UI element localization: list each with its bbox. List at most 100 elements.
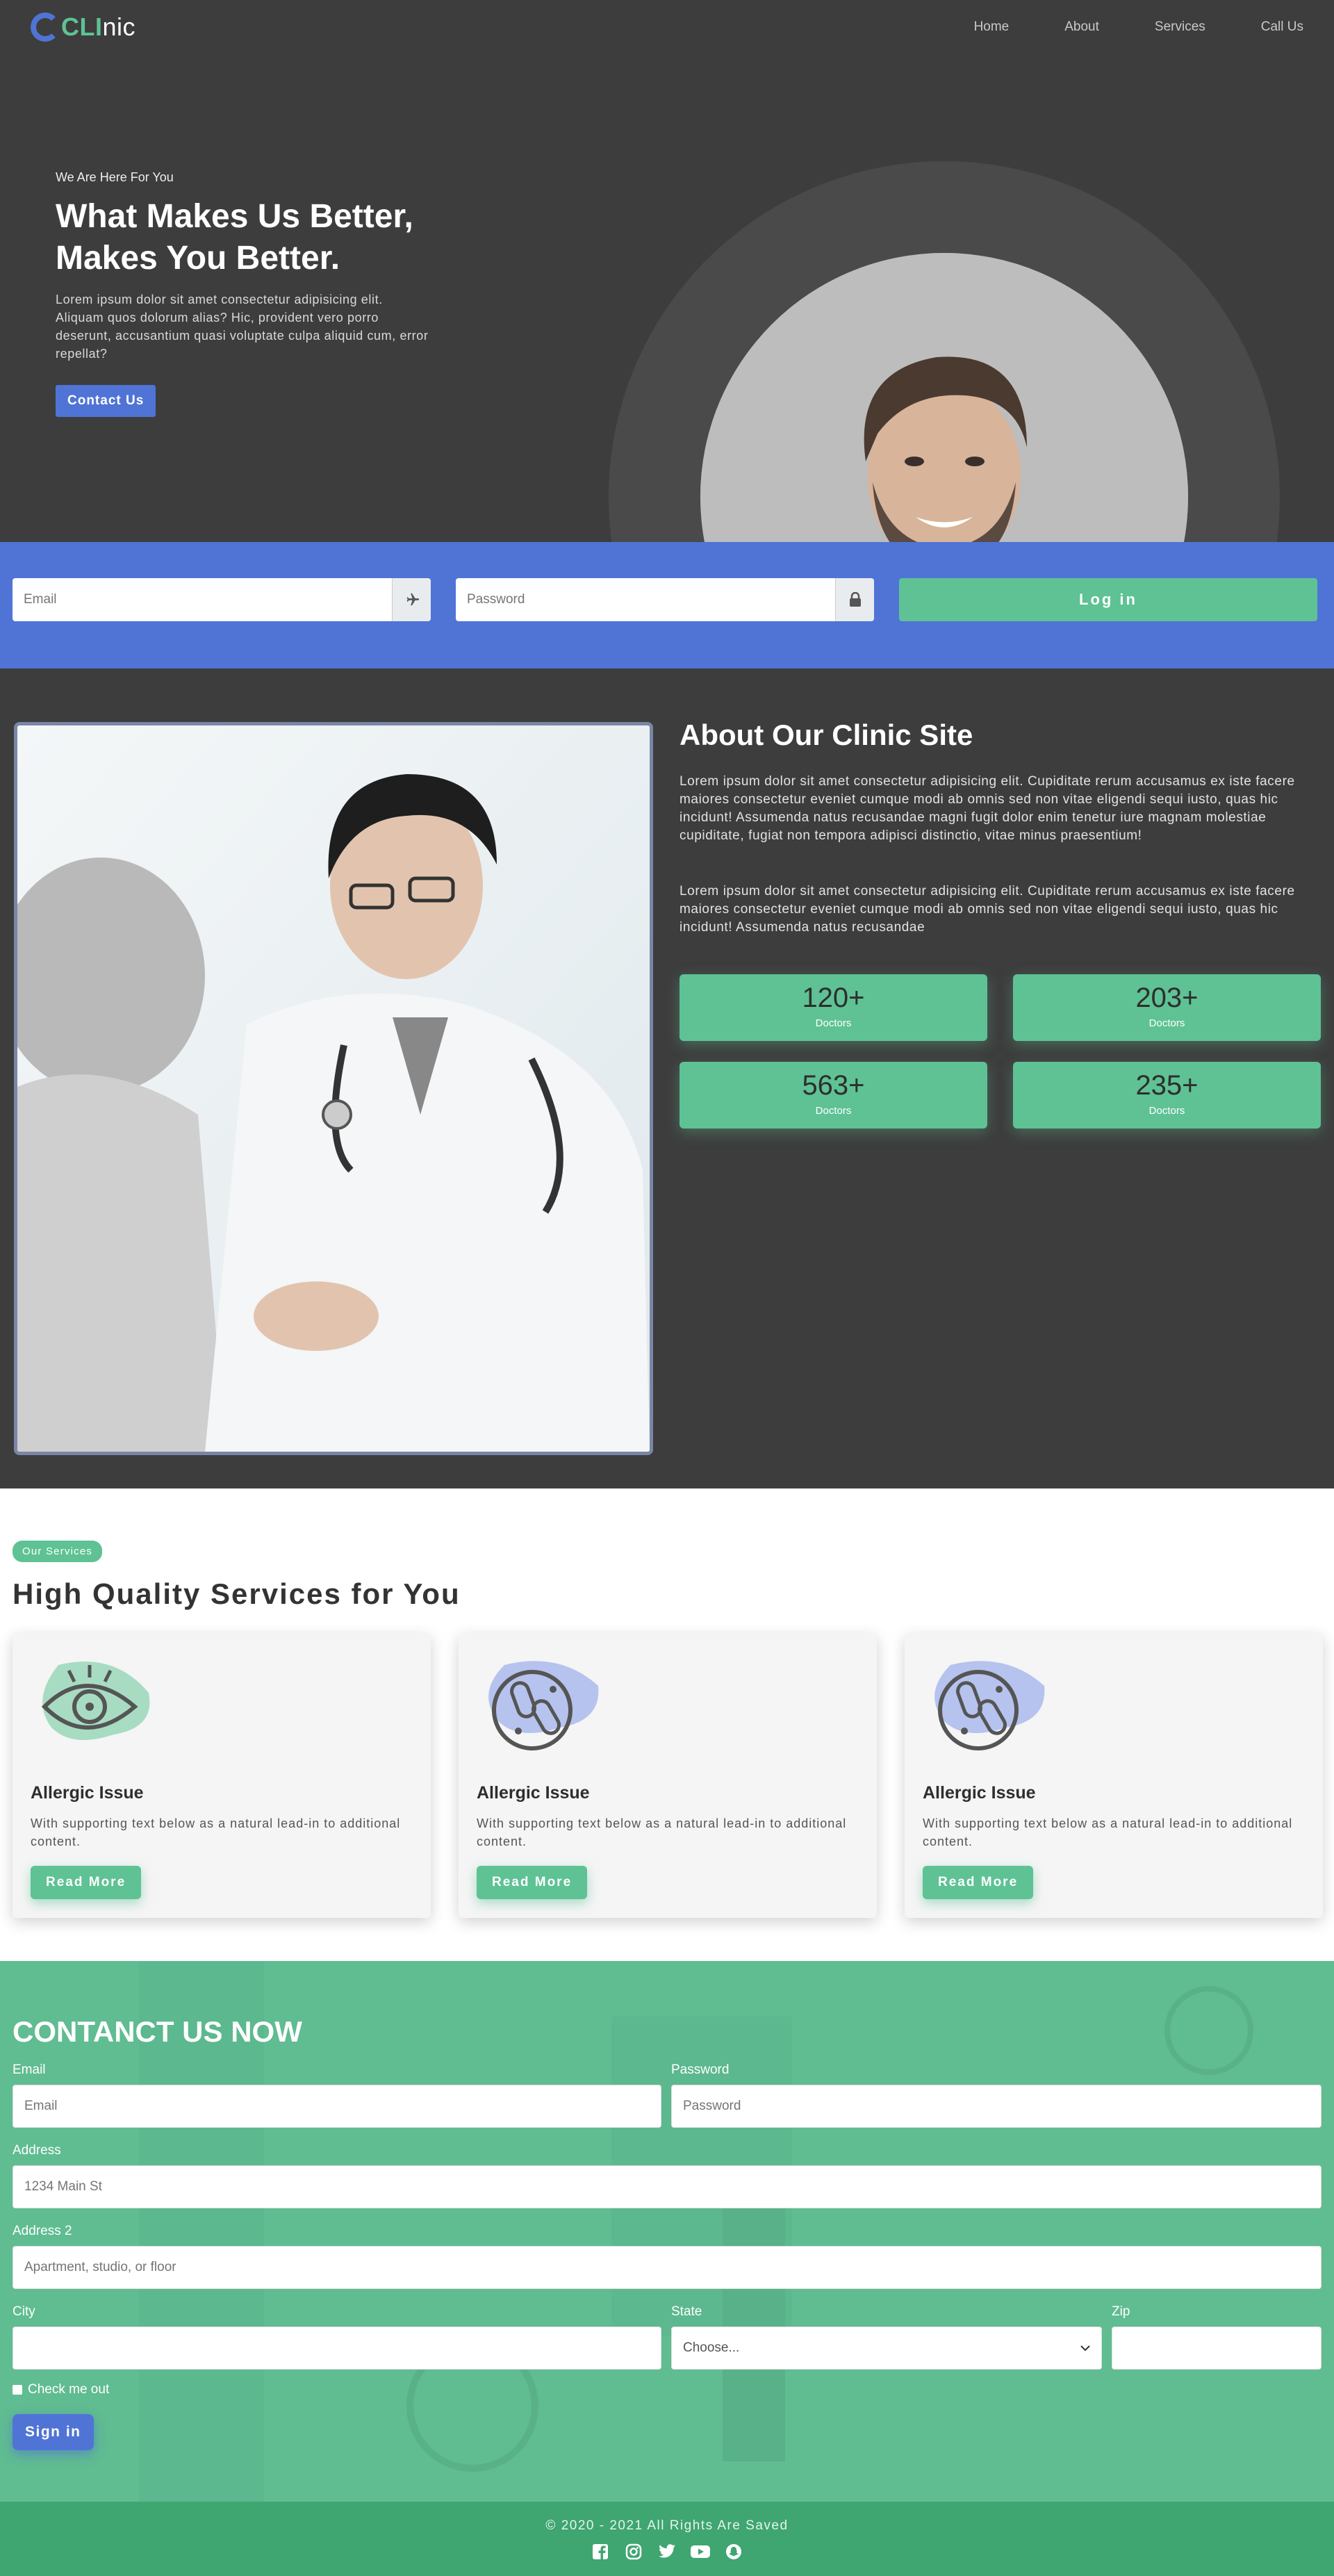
logo-c-mark	[31, 13, 60, 42]
hero-title: What Makes Us Better, Makes You Better.	[56, 196, 431, 279]
read-more-button[interactable]: Read More	[923, 1866, 1034, 1899]
form-row: Address 2	[13, 2224, 1321, 2289]
nav-services-link[interactable]: Services	[1155, 19, 1205, 35]
zip-label: Zip	[1112, 2304, 1130, 2319]
login-password-group	[456, 578, 874, 621]
top-navbar: CLI nic Home About Services Call Us	[0, 0, 1334, 54]
hero-section: We Are Here For You What Makes Us Better…	[0, 54, 1334, 542]
nav-home-link[interactable]: Home	[974, 19, 1010, 35]
stat-label: Doctors	[815, 1105, 852, 1117]
stat-value: 203+	[1135, 983, 1199, 1013]
form-row: City State Choose... Zip	[13, 2304, 1321, 2370]
plane-icon	[392, 578, 431, 621]
login-email-input[interactable]	[13, 578, 392, 621]
contact-title: CONTANCT US NOW	[13, 2015, 302, 2048]
state-select[interactable]: Choose...	[671, 2327, 1102, 2370]
nav-call-us-link[interactable]: Call Us	[1261, 19, 1303, 35]
about-paragraph-2: Lorem ipsum dolor sit amet consectetur a…	[680, 884, 1295, 935]
service-description: With supporting text below as a natural …	[477, 1816, 847, 1848]
contact-section: CONTANCT US NOW Email Password Address A…	[0, 1961, 1334, 2502]
email-field-group: Email	[13, 2062, 661, 2128]
stat-label: Doctors	[1148, 1105, 1185, 1117]
hero-text-block: We Are Here For You What Makes Us Better…	[56, 170, 431, 417]
city-field-group: City	[13, 2304, 661, 2370]
doctor-with-patient-illustration	[17, 725, 650, 1452]
address-input[interactable]	[13, 2165, 1321, 2208]
sign-in-button[interactable]: Sign in	[13, 2414, 94, 2450]
contact-form: CONTANCT US NOW Email Password Address A…	[0, 1961, 1334, 2450]
login-button[interactable]: Log in	[899, 578, 1317, 621]
eye-icon	[31, 1651, 156, 1755]
check-me-out-checkbox[interactable]	[13, 2385, 22, 2395]
contact-us-button[interactable]: Contact Us	[56, 385, 156, 417]
logo-text-nic: nic	[102, 13, 136, 41]
city-input[interactable]	[13, 2327, 661, 2370]
password-field-group: Password	[671, 2062, 1321, 2128]
services-cards: Allergic Issue With supporting text belo…	[13, 1633, 1323, 1918]
services-section: Our Services High Quality Services for Y…	[0, 1488, 1334, 1961]
form-row: Email Password	[13, 2062, 1321, 2128]
form-row: Address	[13, 2143, 1321, 2208]
stat-label: Doctors	[815, 1017, 852, 1029]
about-content: About Our Clinic Site Lorem ipsum dolor …	[680, 719, 1321, 1129]
chevron-down-icon	[1080, 2340, 1090, 2356]
hero-eyebrow: We Are Here For You	[56, 170, 174, 184]
brand-logo[interactable]: CLI nic	[31, 13, 135, 42]
read-more-button[interactable]: Read More	[31, 1866, 142, 1899]
doctor-portrait-image	[700, 253, 1188, 542]
stat-value: 120+	[802, 983, 865, 1013]
nav-about-link[interactable]: About	[1064, 19, 1099, 35]
snapchat-icon[interactable]	[724, 2542, 743, 2561]
service-description: With supporting text below as a natural …	[923, 1816, 1293, 1848]
hero-title-line1: What Makes Us Better,	[56, 198, 413, 235]
read-more-button[interactable]: Read More	[477, 1866, 588, 1899]
service-card: Allergic Issue With supporting text belo…	[905, 1633, 1323, 1918]
services-badge: Our Services	[13, 1541, 103, 1562]
address-field-group: Address	[13, 2143, 1321, 2208]
address-label: Address	[13, 2143, 61, 2158]
address2-input[interactable]	[13, 2246, 1321, 2289]
address2-label: Address 2	[13, 2224, 72, 2238]
login-email-group	[13, 578, 431, 621]
services-title: High Quality Services for You	[13, 1577, 461, 1610]
address2-field-group: Address 2	[13, 2224, 1321, 2289]
stat-label: Doctors	[1148, 1017, 1185, 1029]
service-title: Allergic Issue	[477, 1783, 590, 1803]
twitter-icon[interactable]	[657, 2542, 677, 2561]
about-title: About Our Clinic Site	[680, 719, 973, 751]
contact-password-input[interactable]	[671, 2085, 1321, 2128]
password-label: Password	[671, 2062, 730, 2077]
youtube-icon[interactable]	[691, 2542, 710, 2561]
service-title: Allergic Issue	[923, 1783, 1036, 1803]
zip-input[interactable]	[1112, 2327, 1321, 2370]
about-section: About Our Clinic Site Lorem ipsum dolor …	[0, 668, 1334, 1488]
bacteria-icon	[477, 1651, 602, 1755]
stat-card: 120+ Doctors	[680, 974, 987, 1041]
zip-field-group: Zip	[1112, 2304, 1321, 2370]
hero-title-line2: Makes You Better.	[56, 240, 340, 277]
doctor-with-patient-image	[14, 722, 653, 1455]
hero-portrait-circle	[700, 253, 1188, 542]
stat-card: 203+ Doctors	[1013, 974, 1321, 1041]
stat-value: 235+	[1135, 1070, 1199, 1101]
state-label: State	[671, 2304, 702, 2319]
city-label: City	[13, 2304, 35, 2319]
state-field-group: State Choose...	[671, 2304, 1102, 2370]
service-title: Allergic Issue	[31, 1783, 144, 1803]
logo-text-cl: CLI	[61, 13, 103, 41]
email-label: Email	[13, 2062, 46, 2077]
instagram-icon[interactable]	[624, 2542, 643, 2561]
footer-copyright: © 2020 - 2021 All Rights Are Saved	[545, 2518, 789, 2533]
check-me-out-row: Check me out	[13, 2382, 1321, 2397]
social-links	[0, 2542, 1334, 2561]
login-bar: Log in	[0, 542, 1334, 668]
hero-description: Lorem ipsum dolor sit amet consectetur a…	[56, 293, 429, 361]
stat-card: 563+ Doctors	[680, 1062, 987, 1129]
facebook-icon[interactable]	[591, 2542, 610, 2561]
check-me-out-label: Check me out	[28, 2382, 110, 2397]
service-card: Allergic Issue With supporting text belo…	[459, 1633, 877, 1918]
service-description: With supporting text below as a natural …	[31, 1816, 401, 1848]
contact-email-input[interactable]	[13, 2085, 661, 2128]
login-password-input[interactable]	[456, 578, 835, 621]
service-card: Allergic Issue With supporting text belo…	[13, 1633, 431, 1918]
